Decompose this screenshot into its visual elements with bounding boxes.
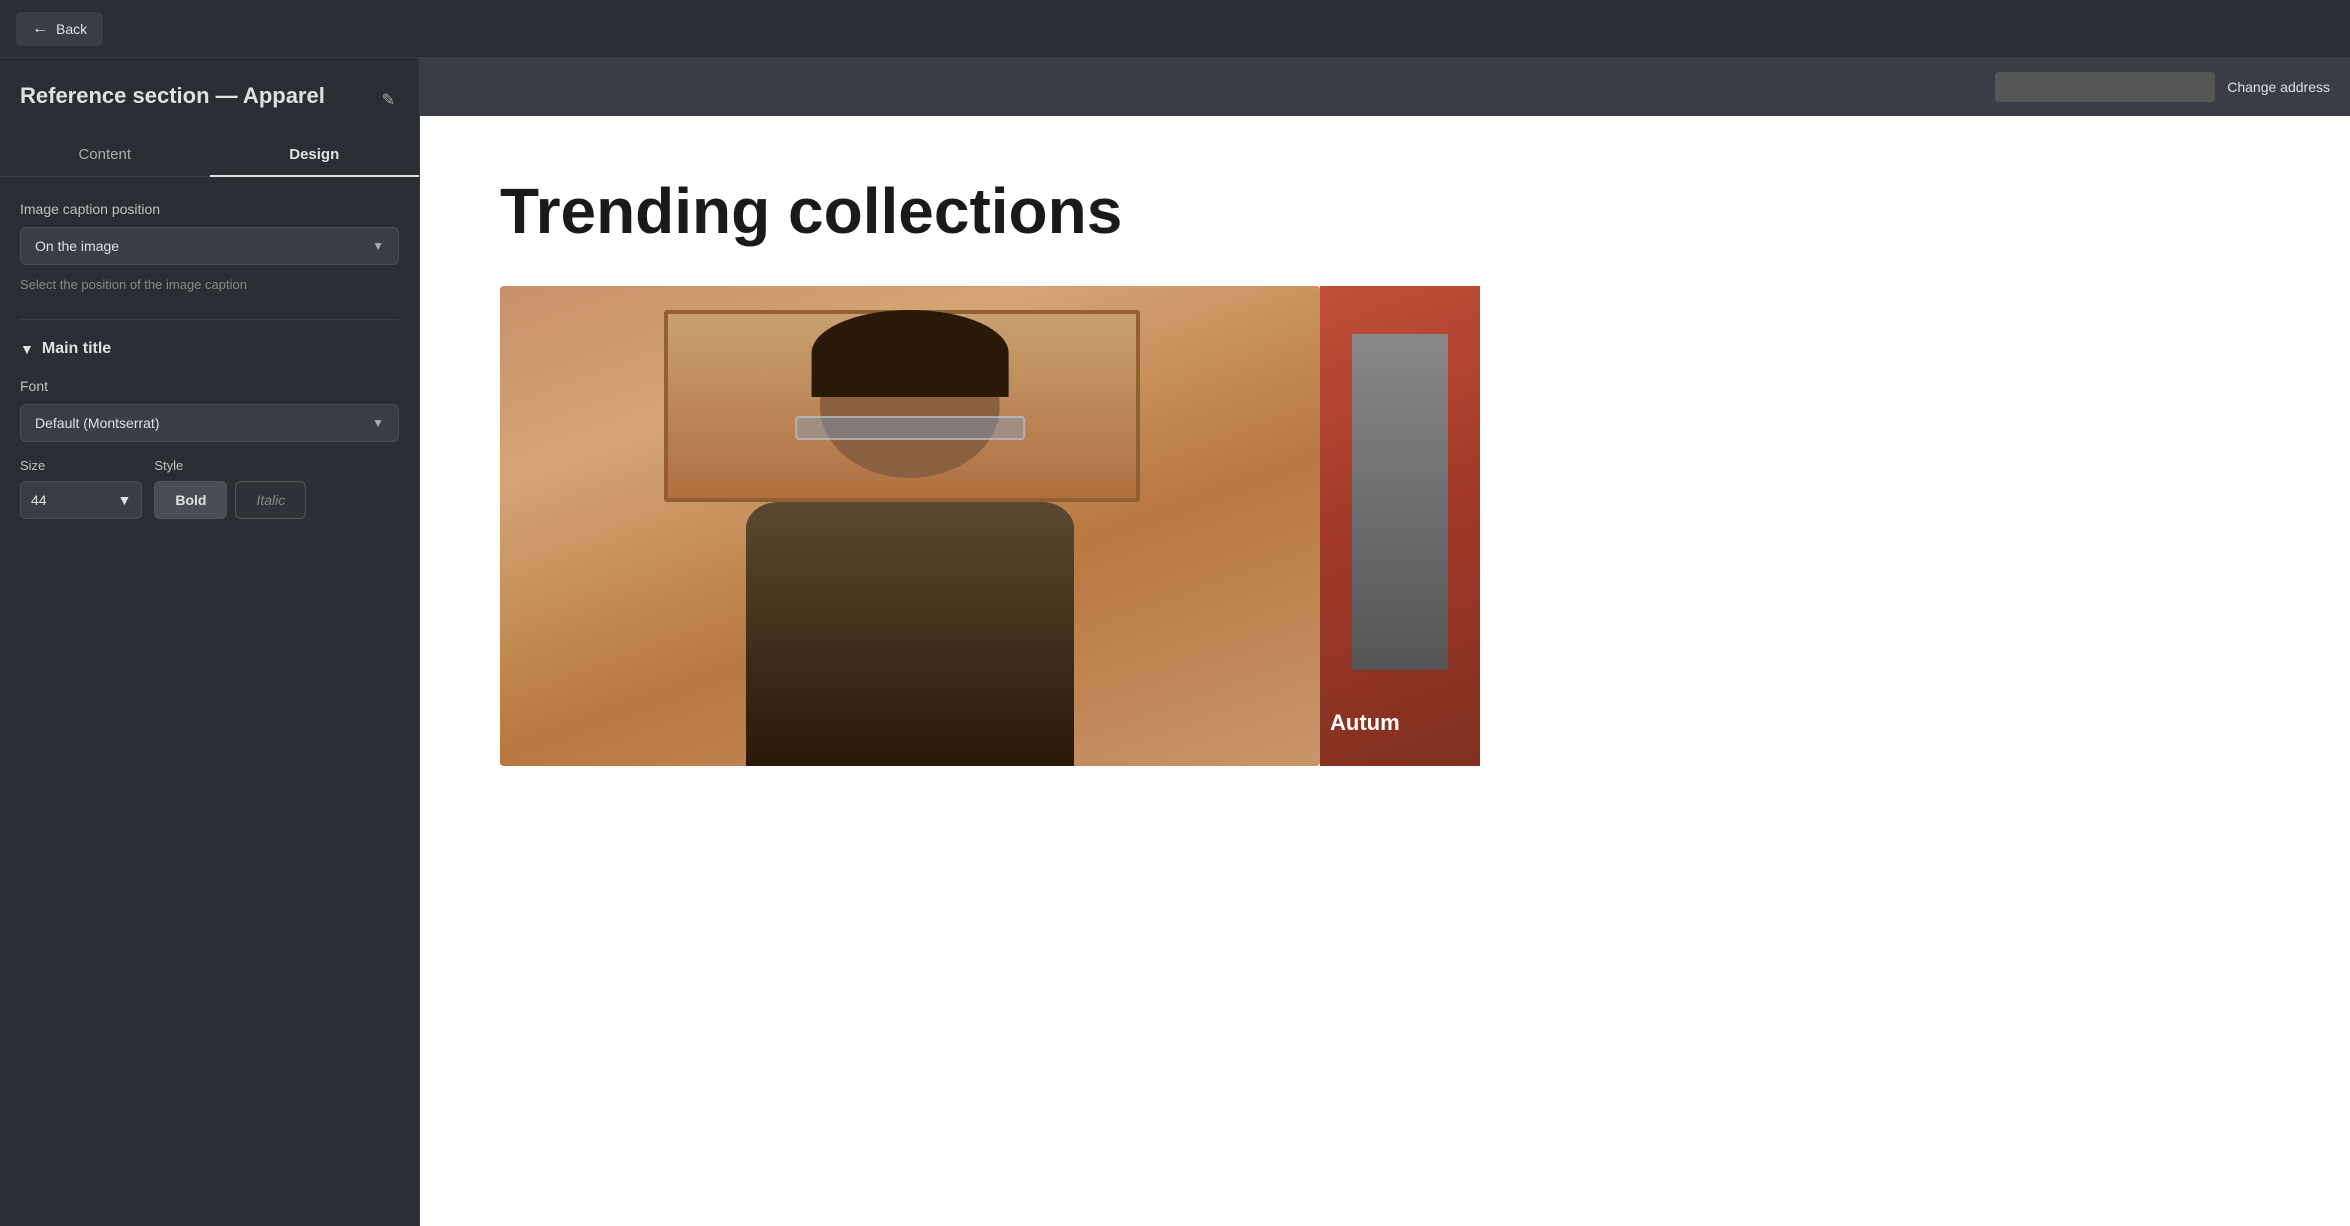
image-caption-position-dropdown[interactable]: On the image ▼ xyxy=(20,227,399,265)
divider xyxy=(20,319,399,320)
second-image-bg: Autum xyxy=(1320,286,1480,766)
image-caption-position-label: Image caption position xyxy=(20,201,399,217)
preview-area: Change address Trending collections xyxy=(420,58,2350,1226)
preview-toolbar: Change address xyxy=(420,58,2350,116)
font-label: Font xyxy=(20,378,399,394)
person-image-bg xyxy=(500,286,1320,766)
tab-design[interactable]: Design xyxy=(210,134,420,177)
collapse-arrow-icon: ▼ xyxy=(20,341,34,357)
preview-content: Trending collections xyxy=(420,116,2350,1226)
tab-bar: Content Design xyxy=(0,134,419,177)
sidebar-content: Image caption position On the image ▼ Se… xyxy=(0,177,419,1226)
image-caption-position-value: On the image xyxy=(35,238,119,254)
back-button[interactable]: ← Back xyxy=(16,12,103,46)
person-hair xyxy=(812,310,1009,396)
images-row: Autum xyxy=(500,286,2270,766)
back-label: Back xyxy=(56,21,87,37)
sidebar: Reference section — Apparel ✎ Content De… xyxy=(0,58,420,1226)
font-value: Default (Montserrat) xyxy=(35,415,159,431)
size-dropdown[interactable]: 44 ▼ xyxy=(20,481,142,519)
font-chevron-icon: ▼ xyxy=(372,416,384,430)
edit-icon: ✎ xyxy=(382,92,395,109)
top-bar: ← Back xyxy=(0,0,2350,58)
image-caption-helper-text: Select the position of the image caption xyxy=(20,275,399,295)
section-title: Reference section — Apparel xyxy=(20,82,325,111)
size-value: 44 xyxy=(31,492,47,508)
style-column: Style Bold Italic xyxy=(154,458,399,519)
bold-button[interactable]: Bold xyxy=(154,481,227,519)
main-title-label: Main title xyxy=(42,340,111,358)
main-layout: Reference section — Apparel ✎ Content De… xyxy=(0,58,2350,1226)
chevron-down-icon: ▼ xyxy=(372,239,384,253)
size-label: Size xyxy=(20,458,142,473)
second-person-figure xyxy=(1352,334,1448,670)
italic-button[interactable]: Italic xyxy=(235,481,306,519)
tab-content[interactable]: Content xyxy=(0,134,210,177)
main-product-image xyxy=(500,286,1320,766)
main-title-collapsible[interactable]: ▼ Main title xyxy=(20,340,399,358)
font-dropdown[interactable]: Default (Montserrat) ▼ xyxy=(20,404,399,442)
back-arrow-icon: ← xyxy=(32,20,48,38)
change-address-button[interactable]: Change address xyxy=(2227,79,2330,95)
sidebar-header: Reference section — Apparel ✎ xyxy=(0,58,419,114)
edit-section-button[interactable]: ✎ xyxy=(378,86,399,114)
person-body xyxy=(746,502,1074,766)
person-glasses xyxy=(795,416,1025,440)
size-column: Size 44 ▼ xyxy=(20,458,142,519)
second-image-caption: Autum xyxy=(1330,710,1400,736)
address-bar xyxy=(1995,72,2215,102)
size-chevron-icon: ▼ xyxy=(117,492,131,508)
size-style-row: Size 44 ▼ Style Bold Italic xyxy=(20,458,399,519)
style-label: Style xyxy=(154,458,399,473)
trending-title: Trending collections xyxy=(500,176,2270,246)
style-buttons-group: Bold Italic xyxy=(154,481,399,519)
second-product-image: Autum xyxy=(1320,286,1480,766)
